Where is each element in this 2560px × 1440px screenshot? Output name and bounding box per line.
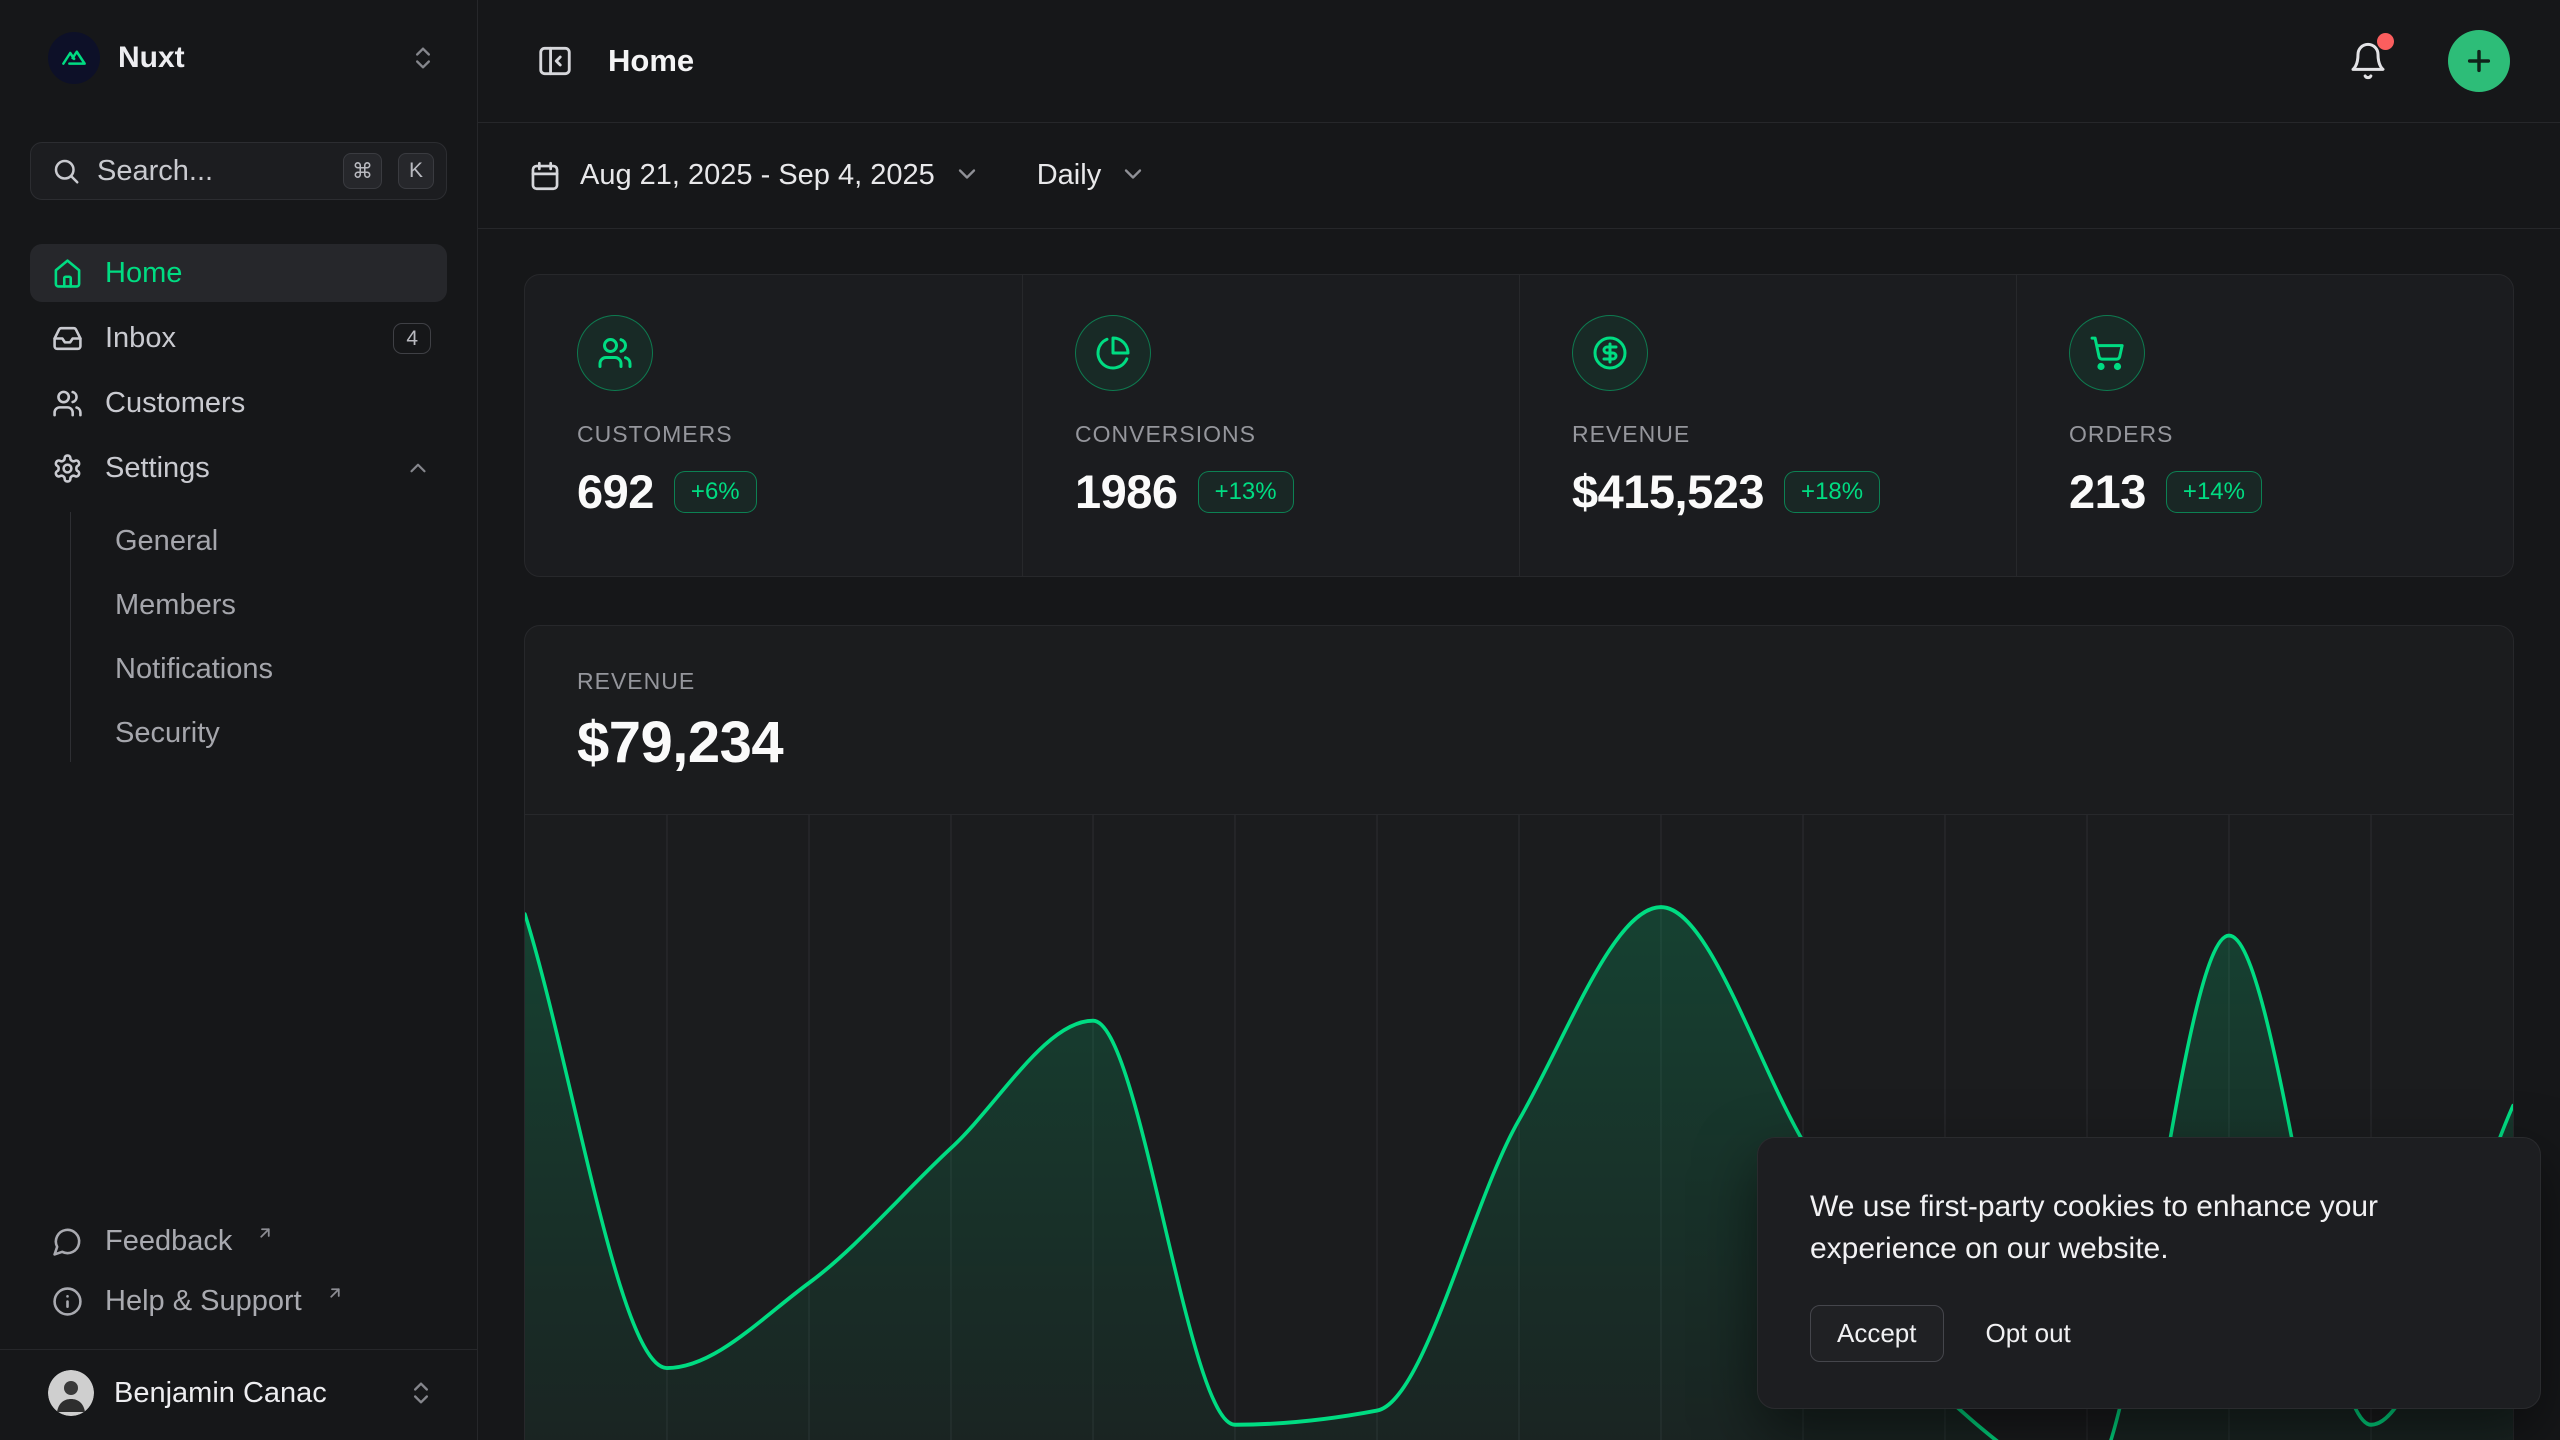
- sidebar-item-label: Settings: [105, 452, 383, 485]
- stat-value: $415,523: [1572, 464, 1764, 519]
- sidebar-item-feedback[interactable]: Feedback: [30, 1211, 447, 1271]
- interval-select[interactable]: Daily: [1037, 156, 1147, 196]
- sidebar-item-home[interactable]: Home: [30, 244, 447, 302]
- sidebar-item-security[interactable]: Security: [103, 704, 447, 762]
- sidebar-item-customers[interactable]: Customers: [30, 374, 447, 432]
- stat-delta-badge: +18%: [1784, 471, 1880, 513]
- stats-panel: CUSTOMERS 692 +6% CONVERSIONS 1986 +13%: [524, 274, 2514, 577]
- stat-card-conversions[interactable]: CONVERSIONS 1986 +13%: [1022, 275, 1519, 576]
- chevrons-up-down-icon: [407, 1379, 435, 1407]
- sidebar-item-help-support[interactable]: Help & Support: [30, 1271, 447, 1331]
- stat-label: CUSTOMERS: [577, 421, 970, 448]
- info-circle-icon: [52, 1286, 83, 1317]
- stat-card-revenue[interactable]: REVENUE $415,523 +18%: [1519, 275, 2016, 576]
- stat-label: REVENUE: [1572, 421, 1964, 448]
- date-range-label: Aug 21, 2025 - Sep 4, 2025: [580, 159, 935, 192]
- sidebar-item-label: Help & Support: [105, 1285, 302, 1318]
- kbd-cmd: ⌘: [343, 153, 382, 189]
- sidebar-item-general[interactable]: General: [103, 512, 447, 570]
- interval-label: Daily: [1037, 159, 1101, 192]
- search-icon: [51, 156, 81, 186]
- app-root: Nuxt Search... ⌘ K Home Inbox 4: [0, 0, 2560, 1440]
- accept-button[interactable]: Accept: [1810, 1305, 1944, 1362]
- revenue-label: REVENUE: [577, 668, 2461, 695]
- main-area: Home Aug 21, 2025 - Sep 4, 2025 Daily: [478, 0, 2560, 1440]
- panel-left-close-icon: [536, 42, 574, 80]
- brand-name: Nuxt: [118, 41, 185, 75]
- stat-icon-circle: [2069, 315, 2145, 391]
- cookie-message: We use first-party cookies to enhance yo…: [1810, 1186, 2488, 1269]
- workspace-switcher[interactable]: Nuxt: [30, 26, 447, 90]
- stat-delta-badge: +14%: [2166, 471, 2262, 513]
- chevron-up-icon: [405, 455, 431, 481]
- sidebar-item-label: Inbox: [105, 322, 371, 355]
- sidebar-footer: Feedback Help & Support Benjamin Canac: [30, 1211, 447, 1440]
- stat-label: CONVERSIONS: [1075, 421, 1467, 448]
- sidebar-item-inbox[interactable]: Inbox 4: [30, 309, 447, 367]
- sidebar-item-settings[interactable]: Settings: [30, 439, 447, 497]
- search-input[interactable]: Search... ⌘ K: [30, 142, 447, 200]
- users-icon: [597, 335, 633, 371]
- pie-chart-icon: [1095, 335, 1131, 371]
- stat-card-orders[interactable]: ORDERS 213 +14%: [2016, 275, 2513, 576]
- sidebar-item-label: Customers: [105, 387, 431, 420]
- external-link-icon: [326, 1277, 344, 1310]
- stat-icon-circle: [1572, 315, 1648, 391]
- nuxt-logo-icon: [48, 32, 100, 84]
- sidebar-item-label: Home: [105, 257, 431, 290]
- brand: Nuxt: [48, 32, 409, 84]
- user-menu[interactable]: Benjamin Canac: [30, 1350, 447, 1440]
- stat-label: ORDERS: [2069, 421, 2461, 448]
- user-name: Benjamin Canac: [114, 1377, 387, 1410]
- opt-out-button[interactable]: Opt out: [1986, 1306, 2071, 1361]
- chevron-down-icon: [1119, 160, 1147, 196]
- calendar-icon: [528, 159, 562, 193]
- sidebar-collapse-button[interactable]: [528, 34, 582, 88]
- date-range-button[interactable]: Aug 21, 2025 - Sep 4, 2025: [528, 156, 981, 196]
- chevrons-up-down-icon: [409, 44, 437, 72]
- cookie-banner: We use first-party cookies to enhance yo…: [1757, 1137, 2541, 1409]
- inbox-count-badge: 4: [393, 323, 431, 354]
- external-link-icon: [256, 1217, 274, 1250]
- stat-delta-badge: +6%: [674, 471, 757, 513]
- dollar-circle-icon: [1592, 335, 1628, 371]
- users-icon: [52, 388, 83, 419]
- stat-delta-badge: +13%: [1198, 471, 1294, 513]
- message-bubble-icon: [52, 1226, 83, 1257]
- cookie-actions: Accept Opt out: [1810, 1305, 2488, 1362]
- inbox-icon: [52, 323, 83, 354]
- stat-value: 1986: [1075, 464, 1178, 519]
- add-button[interactable]: [2448, 30, 2510, 92]
- revenue-value: $79,234: [577, 709, 2461, 776]
- stat-value: 213: [2069, 464, 2146, 519]
- sidebar-nav: Home Inbox 4 Customers Settings General: [30, 244, 447, 762]
- plus-icon: [2463, 45, 2495, 77]
- sidebar-item-members[interactable]: Members: [103, 576, 447, 634]
- stat-value: 692: [577, 464, 654, 519]
- stat-card-customers[interactable]: CUSTOMERS 692 +6%: [525, 275, 1022, 576]
- search-placeholder: Search...: [97, 155, 327, 188]
- sidebar-item-label: Feedback: [105, 1225, 232, 1258]
- chevron-down-icon: [953, 160, 981, 196]
- settings-sub-list: General Members Notifications Security: [70, 512, 447, 762]
- sidebar: Nuxt Search... ⌘ K Home Inbox 4: [0, 0, 478, 1440]
- notifications-button[interactable]: [2340, 33, 2396, 89]
- sidebar-item-notifications[interactable]: Notifications: [103, 640, 447, 698]
- topbar: Home: [478, 0, 2560, 123]
- stat-icon-circle: [1075, 315, 1151, 391]
- home-icon: [52, 258, 83, 289]
- avatar: [48, 1370, 94, 1416]
- revenue-panel-header: REVENUE $79,234: [525, 626, 2513, 814]
- kbd-k: K: [398, 153, 434, 189]
- notification-dot: [2377, 33, 2394, 50]
- cart-icon: [2089, 335, 2125, 371]
- gear-icon: [52, 453, 83, 484]
- page-title: Home: [608, 43, 694, 79]
- toolbar: Aug 21, 2025 - Sep 4, 2025 Daily: [478, 123, 2560, 229]
- stat-icon-circle: [577, 315, 653, 391]
